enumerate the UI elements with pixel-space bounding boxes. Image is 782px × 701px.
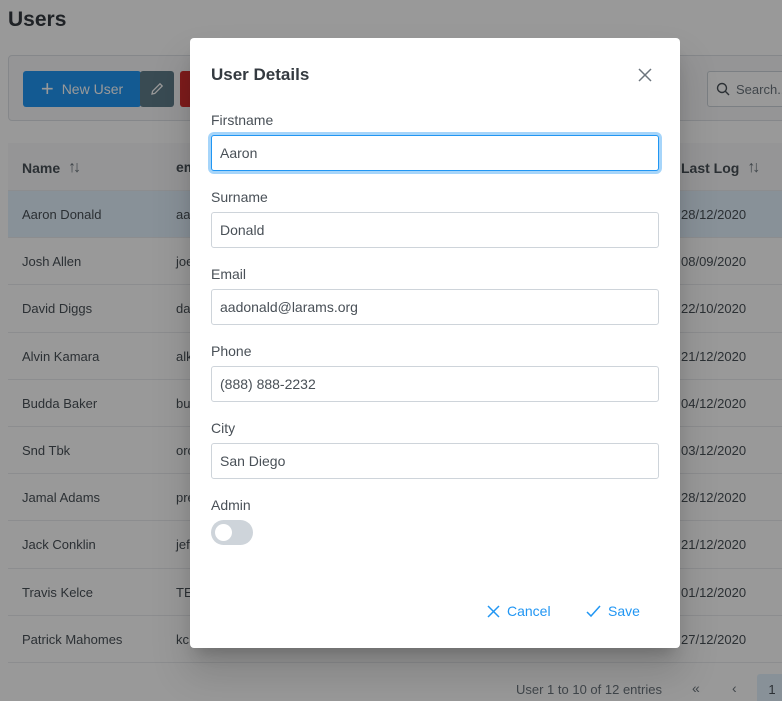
city-label: City [211, 420, 236, 436]
cancel-label: Cancel [507, 603, 551, 619]
cancel-button[interactable]: Cancel [487, 600, 551, 622]
firstname-label: Firstname [211, 112, 274, 128]
admin-toggle[interactable] [211, 520, 253, 545]
email-label: Email [211, 266, 247, 282]
dialog-title: User Details [211, 65, 310, 84]
phone-field[interactable] [211, 366, 659, 402]
close-icon[interactable] [632, 62, 658, 88]
save-label: Save [608, 603, 640, 619]
city-field[interactable] [211, 443, 659, 479]
toggle-knob [215, 524, 232, 541]
phone-label: Phone [211, 343, 252, 359]
firstname-field[interactable] [211, 135, 659, 171]
user-details-dialog: User Details Firstname Surname Email Pho… [190, 38, 680, 648]
email-field[interactable] [211, 289, 659, 325]
admin-label: Admin [211, 497, 251, 513]
surname-field[interactable] [211, 212, 659, 248]
surname-label: Surname [211, 189, 268, 205]
save-button[interactable]: Save [586, 600, 640, 622]
check-icon [586, 604, 601, 617]
close-icon [487, 604, 500, 618]
